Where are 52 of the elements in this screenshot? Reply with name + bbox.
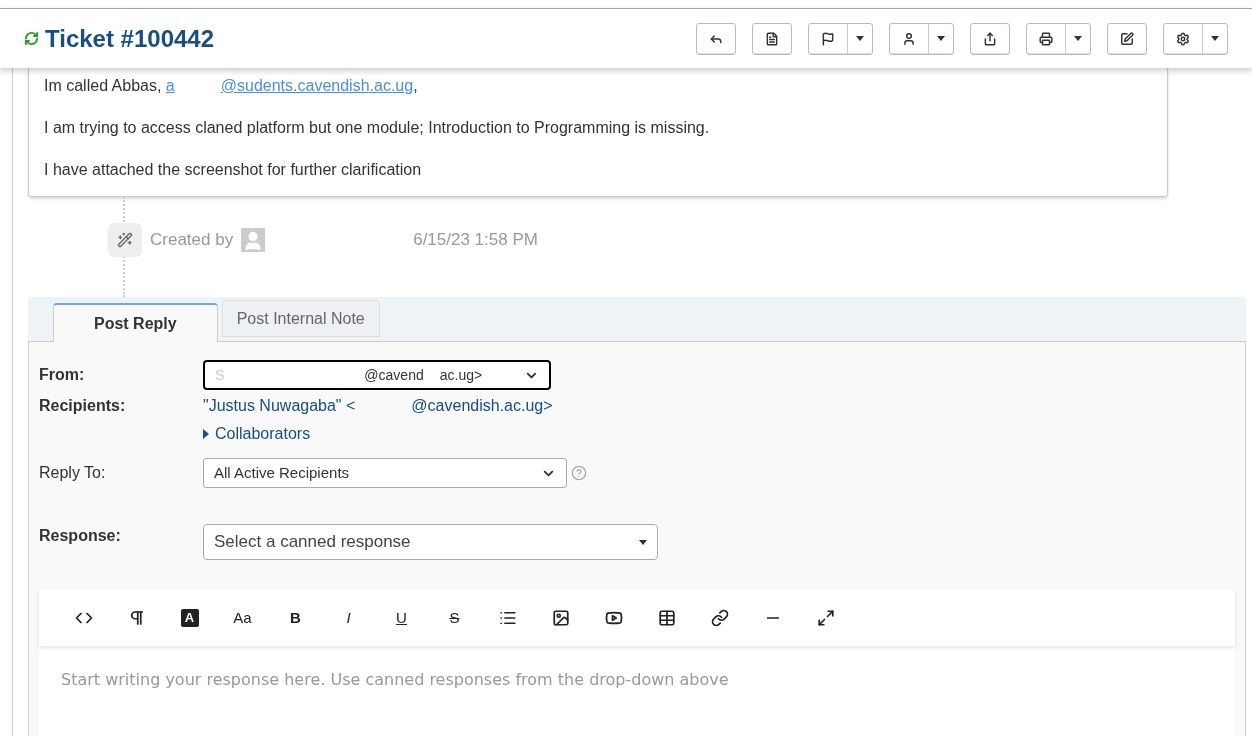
action-button[interactable]	[1107, 22, 1147, 55]
user-icon	[902, 31, 916, 46]
caret-icon	[639, 539, 647, 545]
canned-response-select[interactable]: Select a canned response	[203, 524, 658, 560]
tab[interactable]: Post Reply	[53, 303, 218, 342]
text-color-button[interactable]: A	[180, 609, 199, 627]
refresh-icon[interactable]	[24, 31, 39, 46]
event-label: Created by	[150, 229, 234, 252]
flag-icon	[821, 31, 835, 46]
response-label: Response:	[39, 526, 122, 546]
format-button[interactable]: I	[346, 606, 351, 630]
dropdown-button[interactable]	[808, 22, 873, 55]
printer-icon	[1039, 31, 1053, 46]
reply-to-select[interactable]: All Active Recipients	[203, 458, 567, 488]
recipients-label: Recipients:	[39, 396, 127, 416]
collaborators-toggle[interactable]: Collaborators	[203, 422, 1235, 446]
caret-icon	[856, 36, 864, 41]
ticket-title: Ticket #100442	[45, 23, 215, 54]
dropdown-button[interactable]	[1163, 22, 1228, 55]
tab[interactable]: Post Internal Note	[221, 300, 380, 337]
action-button[interactable]	[970, 22, 1010, 55]
message-text: Im called Abbas, a @sudents.cavendish.ac.ug,	[44, 76, 419, 96]
list-icon[interactable]	[498, 609, 517, 627]
from-label: From:	[39, 365, 86, 385]
video-icon[interactable]	[604, 609, 623, 627]
format-button[interactable]: S	[449, 606, 460, 630]
document-icon	[765, 31, 779, 46]
recipient-text: "Justus Nuwagaba" < @cavendish.ac.ug>	[203, 396, 554, 416]
image-icon[interactable]	[551, 609, 570, 627]
table-icon[interactable]	[657, 609, 676, 627]
message-text: I am trying to access claned platform but one module; Introduction to Programming is missing.	[44, 118, 711, 138]
caret-icon	[1211, 36, 1219, 41]
message-text: I have attached the screenshot for further clarification	[44, 160, 423, 180]
format-button[interactable]: Aa	[233, 606, 252, 630]
action-button[interactable]	[752, 22, 792, 55]
edit-icon	[1120, 31, 1134, 46]
wand-icon	[108, 223, 142, 257]
event-time: 6/15/23 1:58 PM	[413, 229, 538, 252]
format-button[interactable]: U	[396, 606, 407, 630]
caret-icon	[937, 36, 945, 41]
email-link[interactable]: a @sudents.cavendish.ac.ug	[165, 77, 414, 94]
triangle-icon	[203, 429, 209, 439]
settings-icon	[1176, 31, 1190, 46]
avatar-icon	[241, 228, 266, 252]
dropdown-button[interactable]	[889, 22, 954, 55]
reply-to-label: Reply To:	[39, 463, 107, 483]
expand-icon[interactable]	[816, 609, 835, 627]
share-icon	[983, 31, 997, 46]
format-button[interactable]: B	[290, 606, 301, 630]
caret-icon	[1074, 36, 1082, 41]
link-icon[interactable]	[710, 609, 729, 627]
dropdown-button[interactable]	[1026, 22, 1091, 55]
